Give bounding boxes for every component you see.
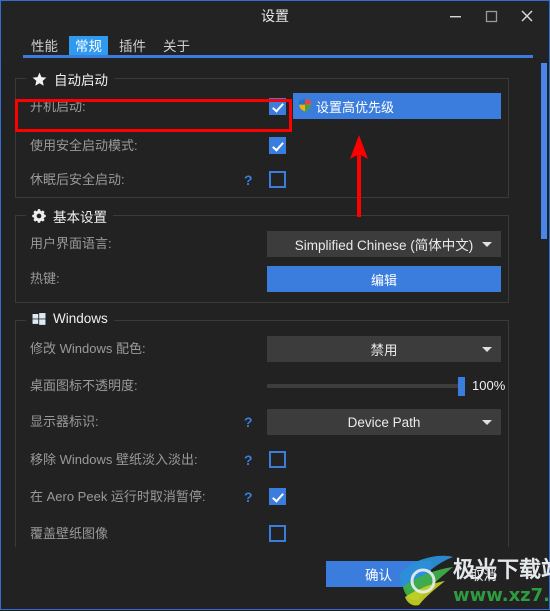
help-icon-monitor-identity[interactable]: ?: [244, 409, 253, 435]
uac-shield-icon: [298, 98, 312, 115]
scrollbar-thumb[interactable]: [541, 63, 547, 239]
opacity-slider-track: [267, 384, 465, 388]
vertical-scrollbar[interactable]: [539, 58, 549, 521]
row-hotkey-label: 热键:: [30, 271, 60, 286]
group-windows-label: Windows: [53, 311, 108, 326]
group-autostart-title: 自动启动: [26, 69, 114, 89]
windows-color-value: 禁用: [370, 343, 398, 358]
help-icon-remove-wallpaper-fade[interactable]: ?: [244, 447, 253, 473]
row-boot-start-label: 开机启动:: [30, 99, 86, 114]
confirm-button[interactable]: 确认: [326, 561, 431, 587]
row-override-wallpaper-image-label: 覆盖壁纸图像: [30, 526, 109, 541]
row-override-wallpaper-image: 覆盖壁纸图像: [16, 521, 508, 547]
group-basic-settings: 基本设置 用户界面语言: Simplified Chinese (简体中文) 热…: [15, 206, 509, 303]
group-autostart-label: 自动启动: [54, 73, 108, 88]
maximize-icon: [485, 10, 497, 22]
row-ui-language: 用户界面语言: Simplified Chinese (简体中文): [16, 231, 508, 257]
checkbox-safe-boot-mode[interactable]: [269, 137, 286, 154]
row-aero-peek-unpause: 在 Aero Peek 运行时取消暂停: ?: [16, 484, 508, 510]
row-desktop-icon-opacity: 桌面图标不透明度: 100%: [16, 373, 508, 399]
row-desktop-icon-opacity-label: 桌面图标不透明度:: [30, 378, 138, 393]
star-icon: [32, 72, 47, 87]
cancel-button[interactable]: 取消: [441, 561, 526, 587]
language-dropdown-value: Simplified Chinese (简体中文): [294, 238, 474, 253]
checkbox-boot-start[interactable]: [269, 98, 286, 115]
language-dropdown[interactable]: Simplified Chinese (简体中文): [267, 231, 501, 257]
row-monitor-identity: 显示器标识: ? Device Path: [16, 409, 508, 435]
tab-bar: 性能 常规 插件 关于: [1, 31, 549, 58]
row-aero-peek-unpause-label: 在 Aero Peek 运行时取消暂停:: [30, 489, 206, 504]
row-safe-boot-mode: 使用安全启动模式:: [16, 133, 508, 159]
checkbox-remove-wallpaper-fade[interactable]: [269, 451, 286, 468]
group-basic-settings-title: 基本设置: [26, 206, 113, 226]
cancel-button-label: 取消: [470, 568, 497, 583]
row-remove-wallpaper-fade-label: 移除 Windows 壁纸淡入淡出:: [30, 452, 198, 467]
monitor-identity-value: Device Path: [347, 414, 421, 430]
windows-logo-icon: [32, 312, 46, 326]
row-ui-language-label: 用户界面语言:: [30, 236, 112, 251]
gear-icon: [32, 209, 46, 223]
settings-window: 设置 性能 常规 插件 关于 自动启动 开机启动: 使用安全启动模式: 休眠后安…: [0, 0, 550, 610]
row-monitor-identity-label: 显示器标识:: [30, 414, 99, 429]
row-remove-wallpaper-fade: 移除 Windows 壁纸淡入淡出: ?: [16, 447, 508, 473]
dialog-footer: 确认 取消: [1, 547, 549, 609]
checkbox-override-wallpaper-image[interactable]: [269, 525, 286, 542]
help-icon-safe-start-after-sleep[interactable]: ?: [244, 167, 253, 193]
windows-color-dropdown[interactable]: 禁用: [267, 336, 501, 362]
chevron-down-icon: [482, 242, 492, 247]
group-basic-settings-label: 基本设置: [53, 210, 107, 225]
checkbox-aero-peek-unpause[interactable]: [269, 488, 286, 505]
row-hotkey: 热键: 编辑: [16, 266, 508, 292]
monitor-identity-dropdown[interactable]: Device Path: [267, 409, 501, 435]
title-bar: 设置: [1, 1, 549, 31]
chevron-down-icon: [482, 347, 492, 352]
set-high-priority-button[interactable]: 设置高优先级: [293, 93, 501, 119]
settings-content: 自动启动 开机启动: 使用安全启动模式: 休眠后安全启动: ? 设置高优先级 基…: [1, 58, 549, 578]
row-windows-color-label: 修改 Windows 配色:: [30, 341, 146, 356]
maximize-button[interactable]: [473, 1, 509, 31]
group-windows: Windows 修改 Windows 配色: 禁用 桌面图标不透明度: 100%…: [15, 311, 509, 548]
checkbox-safe-start-after-sleep[interactable]: [269, 171, 286, 188]
minimize-button[interactable]: [437, 1, 473, 31]
opacity-slider[interactable]: [267, 373, 465, 399]
close-icon: [521, 10, 533, 22]
hotkey-edit-button[interactable]: 编辑: [267, 266, 501, 292]
minimize-icon: [449, 15, 461, 17]
row-safe-start-after-sleep-label: 休眠后安全启动:: [30, 172, 125, 187]
group-autostart: 自动启动 开机启动: 使用安全启动模式: 休眠后安全启动: ? 设置高优先级: [15, 69, 509, 198]
chevron-down-icon: [482, 420, 492, 425]
opacity-value-label: 100%: [472, 378, 506, 393]
hotkey-edit-label: 编辑: [370, 272, 397, 288]
set-high-priority-label: 设置高优先级: [316, 99, 395, 115]
row-windows-color: 修改 Windows 配色: 禁用: [16, 336, 508, 362]
confirm-button-label: 确认: [365, 568, 392, 583]
help-icon-aero-peek-unpause[interactable]: ?: [244, 484, 253, 510]
row-safe-boot-mode-label: 使用安全启动模式:: [30, 138, 138, 153]
opacity-slider-thumb[interactable]: [458, 377, 465, 396]
window-controls: [437, 1, 545, 31]
close-button[interactable]: [509, 1, 545, 31]
row-safe-start-after-sleep: 休眠后安全启动: ?: [16, 167, 508, 193]
group-windows-title: Windows: [26, 311, 114, 326]
